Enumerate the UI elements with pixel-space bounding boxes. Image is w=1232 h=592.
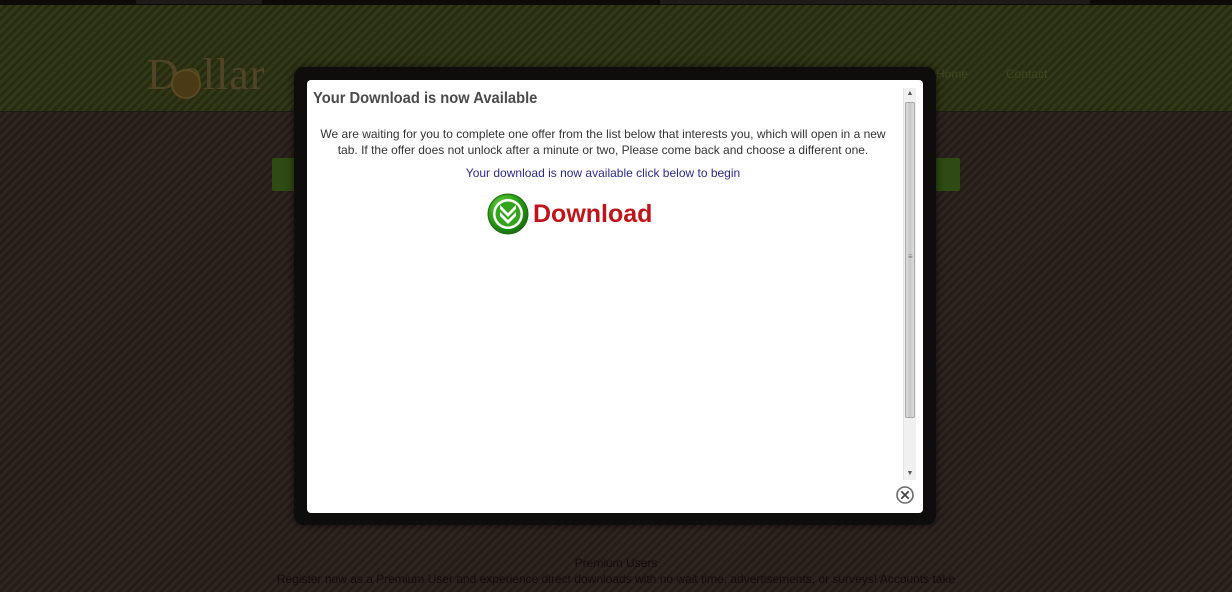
download-available-text: Your download is now available click bel… [465, 166, 741, 180]
download-modal: Your Download is now Available We are wa… [307, 80, 923, 513]
premium-users-text: Register now as a Premium User and exper… [276, 572, 956, 586]
modal-scrollbar[interactable]: ▲ ≡ ▼ [903, 88, 916, 480]
download-arrow-icon [487, 193, 529, 235]
premium-users-heading: Premium Users [574, 556, 658, 570]
top-strip-segment [660, 0, 1090, 4]
download-label: Download [533, 199, 653, 228]
site-logo[interactable]: Dollar [147, 49, 265, 100]
scroll-thumb[interactable]: ≡ [905, 102, 915, 418]
modal-title: Your Download is now Available [313, 90, 538, 107]
close-icon[interactable] [896, 486, 914, 504]
nav-contact-link[interactable]: Contact [1006, 67, 1047, 81]
logo-coin-icon [171, 69, 201, 99]
scroll-down-arrow-icon[interactable]: ▼ [904, 468, 916, 480]
download-button[interactable]: Download [487, 192, 652, 236]
top-strip-segment [136, 0, 262, 4]
scroll-up-arrow-icon[interactable]: ▲ [904, 88, 916, 100]
modal-instructions: We are waiting for you to complete one o… [320, 127, 886, 157]
nav-home-link[interactable]: Home [936, 67, 968, 81]
scroll-grip-icon: ≡ [908, 252, 913, 261]
